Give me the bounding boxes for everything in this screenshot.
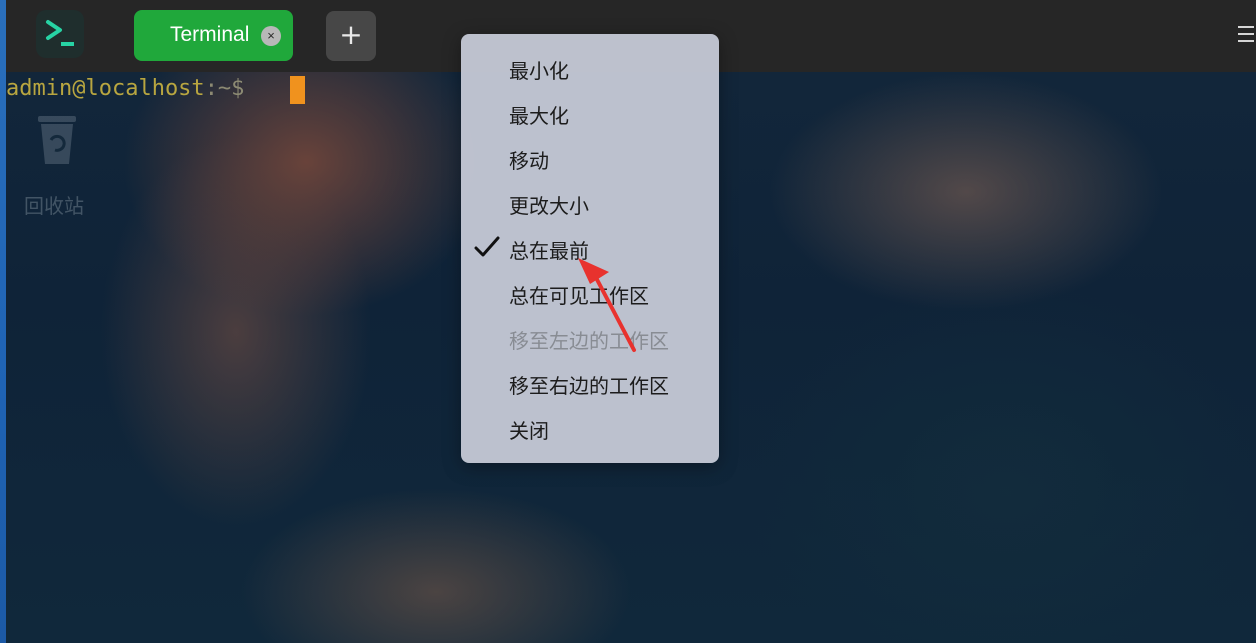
menu-item-always-on-visible-workspace[interactable]: 总在可见工作区 xyxy=(461,270,719,315)
menu-item-label: 总在最前 xyxy=(509,239,589,263)
menu-item-label: 移动 xyxy=(509,149,549,173)
menu-item-maximize[interactable]: 最大化 xyxy=(461,90,719,135)
menu-item-minimize[interactable]: 最小化 xyxy=(461,45,719,90)
menu-item-label: 最大化 xyxy=(509,104,569,128)
checkmark-icon xyxy=(473,233,501,261)
menu-item-label: 最小化 xyxy=(509,59,569,83)
prompt-user-host: admin@localhost xyxy=(6,76,205,101)
prompt-path: :~$ xyxy=(204,76,245,101)
menu-item-always-on-top[interactable]: 总在最前 xyxy=(461,225,719,270)
tab-close-icon[interactable]: × xyxy=(261,26,281,46)
menu-item-label: 关闭 xyxy=(509,419,549,443)
window-context-menu: 最小化 最大化 移动 更改大小 总在最前 总在可见工作区 移至左边的工作区 移至… xyxy=(461,34,719,463)
terminal-prompt[interactable]: admin@localhost:~$ xyxy=(6,76,244,101)
menu-item-move[interactable]: 移动 xyxy=(461,135,719,180)
recycle-bin-icon xyxy=(32,110,82,168)
menu-item-label: 移至左边的工作区 xyxy=(509,329,669,353)
new-tab-button[interactable]: + xyxy=(326,11,376,61)
recycle-bin-label: 回收站 xyxy=(24,194,84,218)
menu-item-label: 移至右边的工作区 xyxy=(509,374,669,398)
menu-item-resize[interactable]: 更改大小 xyxy=(461,180,719,225)
menu-item-label: 总在可见工作区 xyxy=(509,284,649,308)
terminal-cursor xyxy=(290,76,305,104)
screen: 回收站 Terminal × + admin@localhost:~$ 最小化 … xyxy=(0,0,1256,643)
tab-label: Terminal xyxy=(170,23,250,46)
menu-item-move-to-left-workspace: 移至左边的工作区 xyxy=(461,315,719,360)
menu-item-label: 更改大小 xyxy=(509,194,589,218)
terminal-app-icon[interactable] xyxy=(36,10,84,58)
hamburger-menu-icon[interactable] xyxy=(1238,26,1256,44)
menu-item-move-to-right-workspace[interactable]: 移至右边的工作区 xyxy=(461,360,719,405)
tab-terminal[interactable]: Terminal × xyxy=(134,10,293,61)
menu-item-close[interactable]: 关闭 xyxy=(461,405,719,450)
